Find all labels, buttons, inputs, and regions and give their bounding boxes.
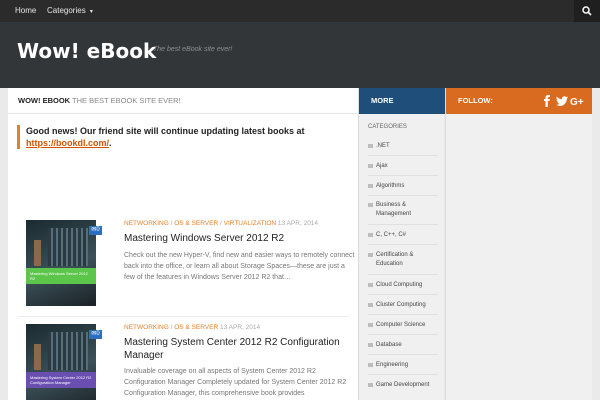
post-excerpt: Check out the new Hyper-V, find new and … <box>124 252 355 281</box>
person-figure-image <box>34 344 41 370</box>
post-excerpt: Invaluable coverage on all aspects of Sy… <box>124 368 347 397</box>
server-rack-image <box>48 332 88 370</box>
category-divider <box>368 274 438 275</box>
nav-home-link[interactable]: Home <box>15 0 36 22</box>
cover-title: Mastering System Center 2012 R2 Configur… <box>30 375 92 385</box>
nav-categories-label: Categories <box>47 6 86 15</box>
category-item[interactable]: Cluster Computing <box>368 301 440 310</box>
site-title[interactable]: Wow! eBook <box>17 39 156 63</box>
search-icon <box>582 6 592 16</box>
post-meta: NETWORKING / OS & SERVER 13 APR, 2014 <box>124 324 260 331</box>
category-item[interactable]: Certification & Education <box>368 251 440 269</box>
site-header: Wow! eBook The best eBook site ever! <box>0 22 600 88</box>
post-item: Mastering System Center 2012 R2 Configur… <box>26 324 354 400</box>
post-date: 13 APR, 2014 <box>219 324 261 331</box>
page-heading-brand: WOW! EBOOK <box>18 96 71 105</box>
category-divider <box>368 314 438 315</box>
page-heading-slogan: THE BEST EBOOK SITE EVER! <box>72 96 181 105</box>
notice-text: Good news! Our friend site will continue… <box>26 126 305 136</box>
category-item[interactable]: C, C++, C# <box>368 231 440 240</box>
page-heading: WOW! EBOOK THE BEST EBOOK SITE EVER! <box>8 88 358 114</box>
sidebar-follow: FOLLOW: G+ <box>445 88 593 400</box>
post-title-link[interactable]: Mastering System Center 2012 R2 Configur… <box>124 336 356 362</box>
post-thumbnail[interactable]: Mastering Windows Server 2012 R2 <box>26 220 96 306</box>
category-link[interactable]: NETWORKING <box>124 220 169 227</box>
category-item[interactable]: Engineering <box>368 361 440 370</box>
post-date: 13 APR, 2014 <box>277 220 319 227</box>
news-notice: Good news! Our friend site will continue… <box>17 125 352 149</box>
category-link[interactable]: OS & SERVER <box>174 324 218 331</box>
sidebar-more: MORE CATEGORIES .NET Ajax Algorithms Bus… <box>358 88 445 400</box>
category-item[interactable]: Algorithms <box>368 182 440 191</box>
category-divider <box>368 155 438 156</box>
meta-separator: / <box>170 324 173 331</box>
person-figure-image <box>34 240 41 266</box>
category-divider <box>368 374 438 375</box>
top-navigation-bar: Home Categories ▾ <box>0 0 600 22</box>
category-divider <box>368 224 438 225</box>
facebook-icon[interactable] <box>541 95 553 107</box>
category-item[interactable]: Business & Management <box>368 201 440 219</box>
category-link[interactable]: VIRTUALIZATION <box>224 220 277 227</box>
categories-title: CATEGORIES <box>368 124 407 130</box>
category-link[interactable]: OS & SERVER <box>174 220 218 227</box>
post-meta: NETWORKING / OS & SERVER / VIRTUALIZATIO… <box>124 220 318 227</box>
post-title-link[interactable]: Mastering Windows Server 2012 R2 <box>124 232 356 245</box>
category-link[interactable]: NETWORKING <box>124 324 169 331</box>
nav-categories-menu[interactable]: Categories ▾ <box>47 0 93 22</box>
cover-title: Mastering Windows Server 2012 R2 <box>30 271 88 281</box>
svg-text:G+: G+ <box>570 97 584 107</box>
category-divider <box>368 175 438 176</box>
category-item[interactable]: Game Development <box>368 381 440 390</box>
comment-count: 0 <box>96 227 100 233</box>
comment-count-badge[interactable]: ✉0 <box>89 226 102 235</box>
category-divider <box>368 294 438 295</box>
twitter-icon[interactable] <box>556 95 568 107</box>
category-item[interactable]: Cloud Computing <box>368 281 440 290</box>
category-item[interactable]: Ajax <box>368 162 440 171</box>
page-edge <box>592 88 600 400</box>
category-divider <box>368 354 438 355</box>
server-rack-image <box>48 228 88 266</box>
post-divider <box>18 316 348 317</box>
post-thumbnail[interactable]: Mastering System Center 2012 R2 Configur… <box>26 324 96 400</box>
category-item[interactable]: Computer Science <box>368 321 440 330</box>
comment-count: 0 <box>96 331 100 337</box>
category-divider <box>368 334 438 335</box>
category-divider <box>368 244 438 245</box>
post-item: Mastering Windows Server 2012 R2 ✉0 NETW… <box>26 220 354 310</box>
chevron-down-icon: ▾ <box>89 9 93 15</box>
search-button[interactable] <box>574 0 600 22</box>
google-plus-icon[interactable]: G+ <box>570 95 584 107</box>
sidebar-more-heading[interactable]: MORE <box>359 88 445 114</box>
main-content: WOW! EBOOK THE BEST EBOOK SITE EVER! Goo… <box>8 88 358 400</box>
category-divider <box>368 195 438 196</box>
comment-count-badge[interactable]: ✉0 <box>89 330 102 339</box>
site-tagline: The best eBook site ever! <box>153 46 233 53</box>
meta-separator: / <box>170 220 173 227</box>
category-item[interactable]: Database <box>368 341 440 350</box>
notice-link[interactable]: https://bookdl.com/ <box>26 138 109 148</box>
category-item[interactable]: .NET <box>368 142 440 151</box>
meta-separator: / <box>219 220 222 227</box>
notice-end: . <box>109 138 112 148</box>
